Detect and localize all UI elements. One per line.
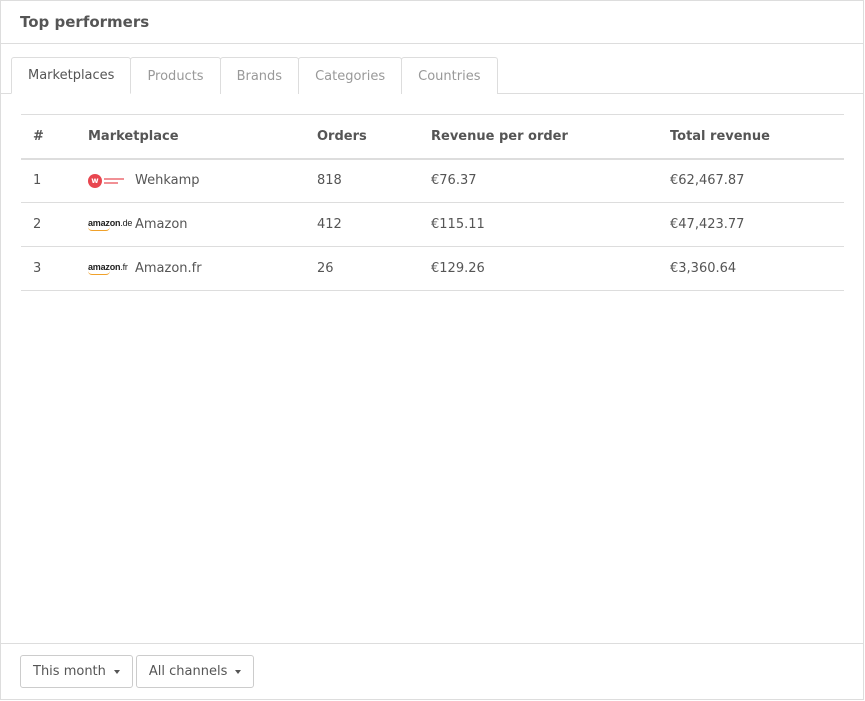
period-dropdown-label: This month [33,664,106,679]
marketplace-cell: amazon.fr Amazon.fr [76,246,305,291]
table-row: 3 amazon.fr Amazon.fr 26 €129.26 €3,360.… [21,246,844,291]
total-revenue-cell: €62,467.87 [658,158,844,203]
tab-countries[interactable]: Countries [401,57,498,94]
panel-footer: This month All channels [1,643,863,699]
orders-cell: 412 [305,202,419,247]
column-header-total-revenue: Total revenue [658,114,844,160]
tab-brands[interactable]: Brands [219,57,300,94]
marketplace-name: Wehkamp [135,173,200,189]
wehkamp-logo-wordmark [104,177,124,184]
marketplace-name: Amazon.fr [135,261,202,276]
performers-table-wrap: # Marketplace Orders Revenue per order T… [21,114,844,291]
revenue-per-order-cell: €129.26 [419,246,658,291]
marketplace-name: Amazon [135,217,188,232]
tab-marketplaces[interactable]: Marketplaces [11,57,132,94]
amazon-fr-logo: amazon.fr [88,262,128,276]
channel-dropdown-label: All channels [148,664,228,679]
column-header-rank: # [21,114,76,160]
total-revenue-cell: €47,423.77 [658,202,844,247]
wehkamp-logo: w [88,173,128,188]
orders-cell: 26 [305,246,419,291]
table-row: 2 amazon.de Amazon 412 €115.11 €47,423.7… [21,202,844,247]
rank-cell: 2 [21,202,76,247]
tab-products[interactable]: Products [130,57,221,94]
caret-down-icon [113,669,120,674]
panel-header: Top performers [1,1,863,44]
panel-title: Top performers [20,13,150,31]
period-dropdown[interactable]: This month [20,655,133,688]
rank-cell: 3 [21,246,76,291]
tab-bar: Marketplaces Products Brands Categories … [1,57,863,94]
table-row: 1 w Wehkamp 818 €76.37 €62,467.87 [21,158,844,203]
revenue-per-order-cell: €115.11 [419,202,658,247]
marketplace-cell: w Wehkamp [76,158,305,203]
marketplace-cell: amazon.de Amazon [76,202,305,247]
column-header-revenue-per-order: Revenue per order [419,114,658,160]
caret-down-icon [235,669,242,674]
amazon-de-logo: amazon.de [88,218,132,232]
amazon-smile-icon [88,227,110,231]
performers-table: # Marketplace Orders Revenue per order T… [21,114,844,291]
tab-categories[interactable]: Categories [298,57,403,94]
top-performers-panel: Top performers Marketplaces Products Bra… [0,0,864,700]
column-header-orders: Orders [305,114,419,160]
column-header-marketplace: Marketplace [76,114,305,160]
revenue-per-order-cell: €76.37 [419,158,658,203]
wehkamp-logo-mark: w [88,173,102,188]
channel-dropdown[interactable]: All channels [135,655,255,688]
orders-cell: 818 [305,158,419,203]
table-header-row: # Marketplace Orders Revenue per order T… [21,114,844,160]
rank-cell: 1 [21,158,76,203]
amazon-smile-icon [88,271,110,275]
total-revenue-cell: €3,360.64 [658,246,844,291]
